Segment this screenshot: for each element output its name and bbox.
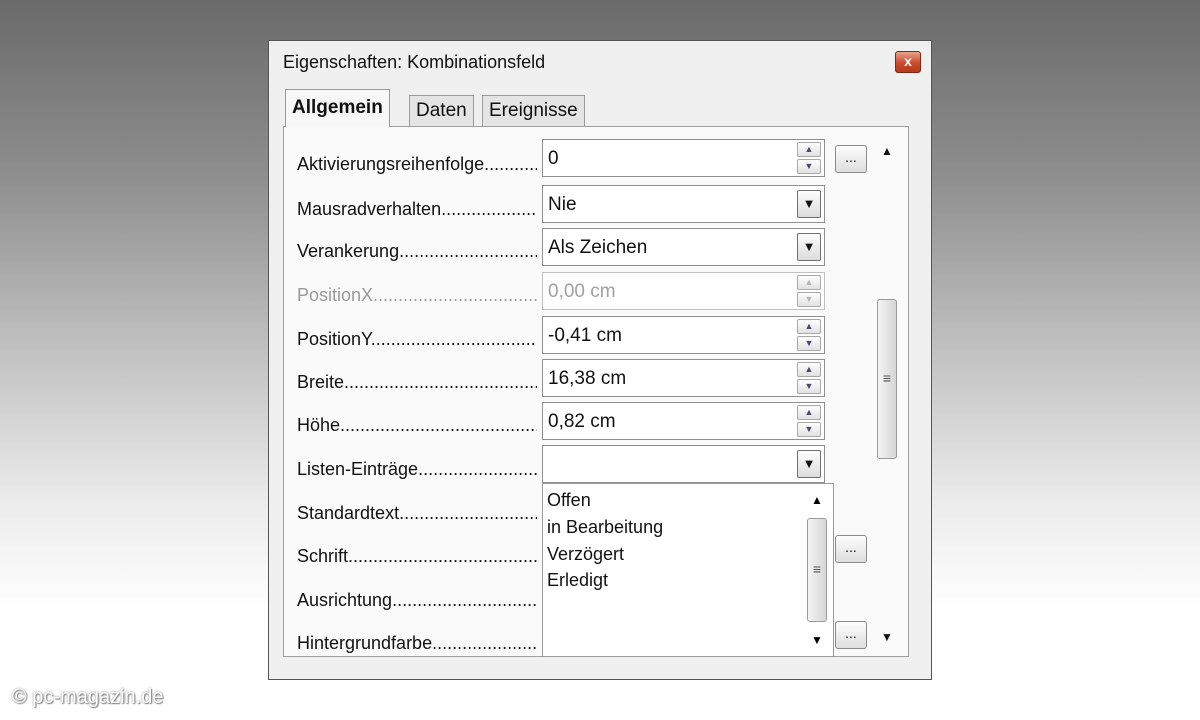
label-aktivierungsreihenfolge: Aktivierungsreihenfolge.................… <box>297 154 537 174</box>
aktivierungsreihenfolge-more-button[interactable]: ... <box>835 145 867 173</box>
watermark: © pc-magazin.de <box>12 686 164 708</box>
label-hintergrundfarbe: Hintergrundfarbe........................… <box>297 633 537 653</box>
verankerung-select[interactable]: Als Zeichen ▼ <box>542 228 825 266</box>
spin-down-icon[interactable]: ▼ <box>797 379 821 394</box>
spin-up-icon: ▲ <box>797 275 821 290</box>
scroll-up-icon[interactable]: ▲ <box>805 490 829 510</box>
label-verankerung: Verankerung.............................… <box>297 241 537 261</box>
chevron-down-icon[interactable]: ▼ <box>797 233 821 261</box>
breite-spinner[interactable]: ▲ ▼ <box>797 362 821 394</box>
spin-down-icon: ▼ <box>797 292 821 307</box>
hoehe-input[interactable]: 0,82 cm ▲ ▼ <box>542 402 825 440</box>
label-breite: Breite..................................… <box>297 372 537 392</box>
list-item[interactable]: Erledigt <box>547 570 608 591</box>
label-positiony: PositionY...............................… <box>297 329 537 349</box>
window-title: Eigenschaften: Kombinationsfeld <box>283 52 546 72</box>
title-bar[interactable]: Eigenschaften: Kombinationsfeld x <box>269 41 931 83</box>
label-schrift: Schrift.................................… <box>297 546 537 566</box>
label-mausradverhalten: Mausradverhalten........................… <box>297 199 537 219</box>
positiony-input[interactable]: -0,41 cm ▲ ▼ <box>542 316 825 354</box>
spin-up-icon[interactable]: ▲ <box>797 142 821 157</box>
scroll-thumb[interactable]: ≡ <box>877 299 897 459</box>
label-positionx: PositionX...............................… <box>297 285 537 305</box>
spin-up-icon[interactable]: ▲ <box>797 319 821 334</box>
scroll-thumb[interactable]: ≡ <box>807 518 827 622</box>
spin-down-icon[interactable]: ▼ <box>797 422 821 437</box>
scroll-down-icon[interactable]: ▼ <box>875 627 899 647</box>
positiony-spinner[interactable]: ▲ ▼ <box>797 319 821 351</box>
tab-daten[interactable]: Daten <box>409 95 474 127</box>
spin-up-icon[interactable]: ▲ <box>797 405 821 420</box>
spin-up-icon[interactable]: ▲ <box>797 362 821 377</box>
spin-down-icon[interactable]: ▼ <box>797 159 821 174</box>
tab-allgemein[interactable]: Allgemein <box>285 89 390 127</box>
close-icon: x <box>904 53 912 69</box>
tab-ereignisse[interactable]: Ereignisse <box>482 95 585 127</box>
list-scrollbar[interactable]: ▲ ≡ ▼ <box>805 484 829 656</box>
listen-eintraege-dropdown-list[interactable]: Offen in Bearbeitung Verzögert Erledigt … <box>542 483 834 657</box>
properties-dialog: Eigenschaften: Kombinationsfeld x Allgem… <box>268 40 932 680</box>
label-listen-eintraege: Listen-Einträge.........................… <box>297 459 537 479</box>
breite-input[interactable]: 16,38 cm ▲ ▼ <box>542 359 825 397</box>
schrift-more-button[interactable]: ... <box>835 535 867 563</box>
aktivierungsreihenfolge-spinner[interactable]: ▲ ▼ <box>797 142 821 174</box>
spin-down-icon[interactable]: ▼ <box>797 336 821 351</box>
scroll-up-icon[interactable]: ▲ <box>875 141 899 161</box>
aktivierungsreihenfolge-input[interactable]: 0 ▲ ▼ <box>542 139 825 177</box>
label-hoehe: Höhe....................................… <box>297 415 537 435</box>
list-item[interactable]: Offen <box>547 490 591 511</box>
listen-eintraege-select[interactable]: ▼ <box>542 445 825 483</box>
hoehe-spinner[interactable]: ▲ ▼ <box>797 405 821 437</box>
chevron-down-icon[interactable]: ▼ <box>797 450 821 478</box>
list-item[interactable]: in Bearbeitung <box>547 517 663 538</box>
hintergrundfarbe-more-button[interactable]: ... <box>835 621 867 649</box>
positionx-input: 0,00 cm ▲ ▼ <box>542 272 825 310</box>
scroll-down-icon[interactable]: ▼ <box>805 630 829 650</box>
properties-scrollbar[interactable]: ▲ ≡ ▼ <box>875 141 899 651</box>
chevron-down-icon[interactable]: ▼ <box>797 190 821 218</box>
positionx-spinner: ▲ ▼ <box>797 275 821 307</box>
label-standardtext: Standardtext............................… <box>297 503 537 523</box>
label-ausrichtung: Ausrichtung.............................… <box>297 590 537 610</box>
mausradverhalten-select[interactable]: Nie ▼ <box>542 185 825 223</box>
list-item[interactable]: Verzögert <box>547 544 624 565</box>
close-button[interactable]: x <box>895 51 921 73</box>
